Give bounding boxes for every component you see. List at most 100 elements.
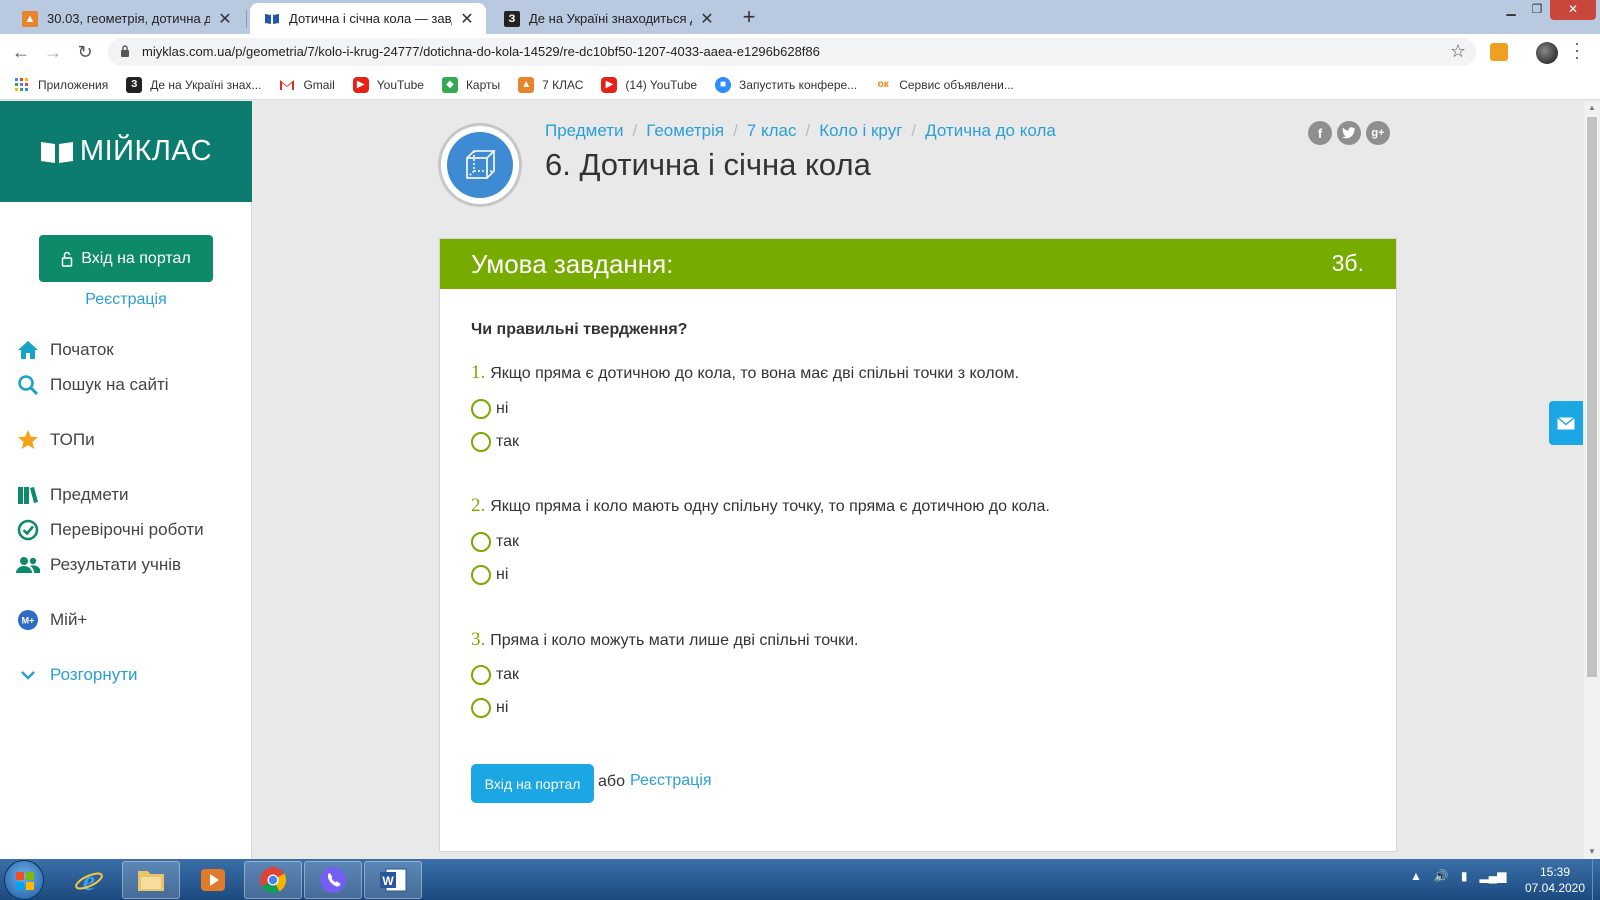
bookmark-label: Запустить конфере... — [739, 77, 858, 92]
scroll-down-arrow[interactable]: ▼ — [1584, 845, 1600, 859]
system-tray: ▲ 🔊 ▮ ▂▄▆ — [1410, 869, 1518, 883]
sidebar-item-label: Предмети — [50, 485, 129, 504]
option-label: ні — [496, 566, 509, 583]
bookmark-youtube[interactable]: ▶ YouTube — [352, 76, 424, 93]
show-desktop-button[interactable] — [1592, 859, 1600, 900]
taskbar-clock[interactable]: 15:39 07.04.2020 — [1520, 864, 1590, 896]
new-tab-button[interactable]: + — [736, 5, 762, 31]
close-tab-icon[interactable]: ✕ — [458, 9, 476, 29]
signal-icon[interactable]: ▂▄▆ — [1479, 869, 1506, 883]
start-button[interactable] — [4, 860, 44, 900]
close-tab-icon[interactable]: ✕ — [216, 9, 234, 29]
site-logo[interactable]: МІЙКЛАС — [0, 101, 252, 202]
close-window-icon[interactable]: ✕ — [1550, 0, 1596, 20]
my-plus-icon: M+ — [16, 608, 40, 632]
extension-icon[interactable] — [1490, 43, 1508, 61]
breadcrumb-link[interactable]: Предмети — [545, 121, 624, 140]
radio-button[interactable] — [471, 698, 491, 718]
network-icon[interactable]: ▮ — [1461, 869, 1468, 883]
minimize-icon[interactable]: ▁ — [1498, 0, 1524, 20]
bookmark-apps[interactable]: Приложения — [14, 77, 108, 93]
chrome-icon[interactable] — [244, 861, 302, 899]
profile-avatar[interactable] — [1536, 42, 1558, 64]
bookmark-label: Gmail — [303, 77, 335, 92]
option-label: ні — [496, 699, 509, 716]
bookmark-youtube-14[interactable]: ▶ (14) YouTube — [601, 76, 697, 93]
youtube-icon: ▶ — [601, 76, 618, 93]
twitter-share-icon[interactable] — [1337, 121, 1361, 145]
sidebar-item-tops[interactable]: ТОПи — [16, 426, 95, 454]
forward-arrow-icon[interactable]: → — [42, 42, 64, 64]
sidebar-item-home[interactable]: Початок — [16, 336, 114, 364]
login-button[interactable]: Вхід на портал — [39, 235, 213, 282]
statement-number: 3. — [471, 629, 486, 650]
sidebar-item-search[interactable]: Пошук на сайті — [16, 371, 169, 399]
browser-tab-active[interactable]: Дотична і січна кола — завдан ✕ — [250, 3, 486, 34]
feedback-mail-button[interactable] — [1549, 401, 1583, 445]
radio-button[interactable] — [471, 665, 491, 685]
bookmark-ok[interactable]: ок Сервис объявлени... — [875, 77, 1014, 93]
bookmark-star-icon[interactable]: ☆ — [1450, 41, 1466, 62]
radio-button[interactable] — [471, 432, 491, 452]
viber-icon[interactable] — [304, 861, 362, 899]
bookmark-label: Сервис объявлени... — [899, 77, 1014, 92]
answer-option[interactable]: ні — [471, 398, 508, 420]
tab-title: Де на Україні знаходиться див — [529, 11, 692, 26]
media-player-icon[interactable] — [184, 861, 242, 899]
sidebar-item-my-plus[interactable]: M+ Мій+ — [16, 606, 87, 634]
option-label: так — [496, 533, 520, 550]
internet-explorer-icon[interactable]: e — [60, 861, 118, 899]
breadcrumb-link[interactable]: Дотична до кола — [925, 121, 1056, 140]
sidebar-item-tests[interactable]: Перевірочні роботи — [16, 516, 204, 544]
sidebar-expand[interactable]: Розгорнути — [16, 661, 138, 689]
maps-icon: ◆ — [441, 76, 458, 93]
scrollbar-thumb[interactable] — [1587, 117, 1597, 677]
bookmark-znanija[interactable]: З Де на Україні знах... — [126, 76, 261, 93]
radio-button[interactable] — [471, 565, 491, 585]
breadcrumb-link[interactable]: 7 клас — [747, 121, 797, 140]
sidebar-item-results[interactable]: Результати учнів — [16, 551, 181, 579]
answer-option[interactable]: ні — [471, 564, 508, 586]
bookmark-zoom[interactable]: ■ Запустить конфере... — [715, 76, 858, 93]
bookmark-label: Карты — [465, 77, 501, 92]
znanija-icon: З — [126, 76, 143, 93]
facebook-share-icon[interactable]: f — [1308, 121, 1332, 145]
address-bar[interactable]: miyklas.com.ua/p/geometria/7/kolo-i-krug… — [108, 38, 1476, 66]
volume-icon[interactable]: 🔊 — [1434, 869, 1449, 883]
browser-tab[interactable]: ▲ 30.03, геометрія, дотична до ко ✕ — [8, 3, 244, 34]
books-icon — [16, 483, 40, 507]
browser-menu-icon[interactable]: · · · — [1572, 34, 1582, 66]
close-tab-icon[interactable]: ✕ — [698, 9, 716, 29]
register-link[interactable]: Реєстрація — [0, 291, 252, 309]
register-link[interactable]: Реєстрація — [630, 772, 712, 790]
bookmark-gmail[interactable]: Gmail — [279, 77, 335, 93]
bookmark-maps[interactable]: ◆ Карты — [441, 76, 501, 93]
answer-option[interactable]: так — [471, 664, 519, 686]
maximize-icon[interactable]: ❐ — [1524, 0, 1550, 20]
breadcrumb-link[interactable]: Геометрія — [646, 121, 724, 140]
star-icon — [16, 428, 40, 452]
answer-option[interactable]: так — [471, 431, 519, 453]
bookmark-label: Приложения — [38, 77, 109, 92]
radio-button[interactable] — [471, 532, 491, 552]
back-arrow-icon[interactable]: ← — [10, 42, 32, 64]
browser-toolbar: ← → ↻ miyklas.com.ua/p/geometria/7/kolo-… — [0, 34, 1600, 70]
tray-expand-icon[interactable]: ▲ — [1410, 869, 1422, 883]
bookmark-7klas[interactable]: ▲ 7 КЛАС — [518, 76, 584, 93]
portal-login-button[interactable]: Вхід на портал — [471, 764, 594, 803]
answer-option[interactable]: ні — [471, 697, 508, 719]
bookmark-label: 7 КЛАС — [542, 77, 584, 92]
radio-button[interactable] — [471, 399, 491, 419]
sidebar-item-subjects[interactable]: Предмети — [16, 481, 129, 509]
reload-icon[interactable]: ↻ — [74, 42, 96, 64]
google-plus-share-icon[interactable]: g+ — [1366, 121, 1390, 145]
word-icon[interactable]: W — [364, 861, 422, 899]
file-explorer-icon[interactable] — [122, 861, 180, 899]
apps-grid-icon — [14, 77, 30, 93]
browser-tab[interactable]: З Де на Україні знаходиться див ✕ — [490, 3, 726, 34]
breadcrumb-link[interactable]: Коло і круг — [819, 121, 902, 140]
answer-option[interactable]: так — [471, 531, 519, 553]
page-scrollbar[interactable]: ▲ ▼ — [1584, 101, 1600, 859]
scroll-up-arrow[interactable]: ▲ — [1584, 101, 1600, 115]
svg-text:M+: M+ — [22, 616, 35, 626]
